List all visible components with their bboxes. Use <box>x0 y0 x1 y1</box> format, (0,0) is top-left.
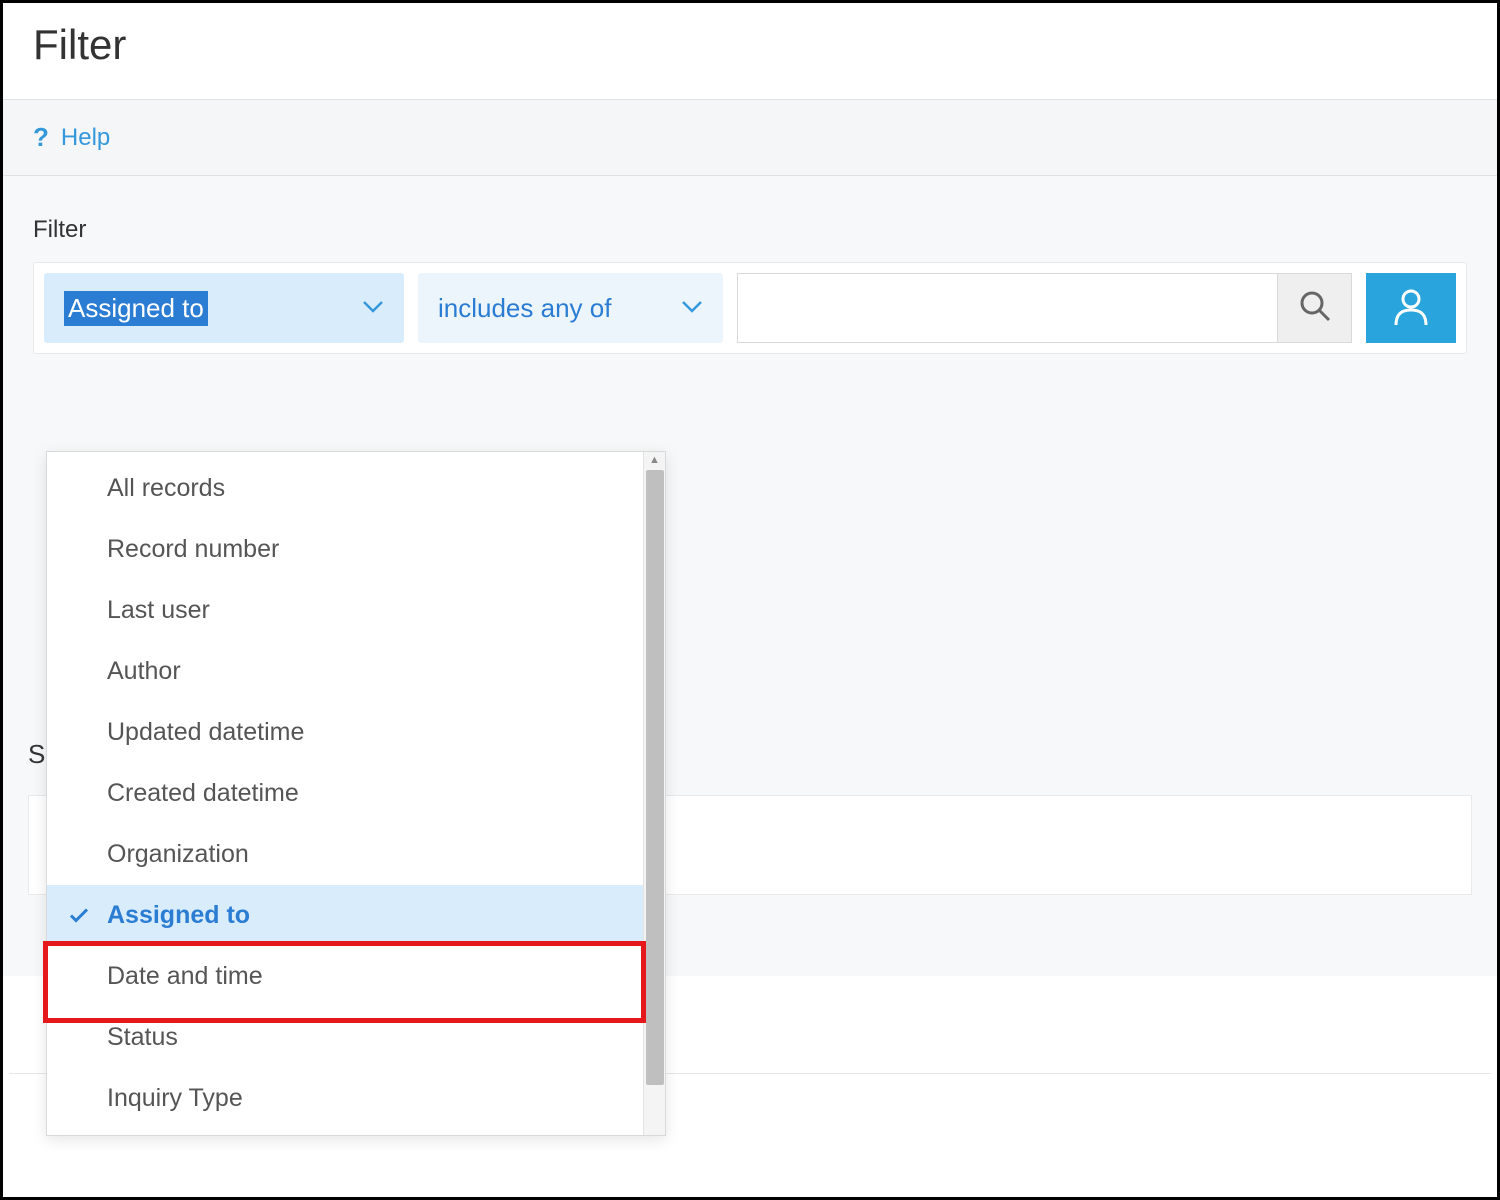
user-icon <box>1390 285 1432 332</box>
scrollbar-up-arrow-icon[interactable]: ▲ <box>649 452 660 468</box>
field-dropdown-panel: All records Record number Last user Author U… <box>46 451 666 1136</box>
field-option-label: All records <box>107 474 225 502</box>
field-option-item[interactable]: Inquiry Type <box>47 1068 643 1129</box>
field-option-label: Status <box>107 1023 178 1051</box>
field-option-item[interactable]: Created datetime <box>47 763 643 824</box>
field-option-label: Last user <box>107 596 210 624</box>
field-option-label: Record number <box>107 535 279 563</box>
field-option-item[interactable]: Date and time <box>47 946 643 1007</box>
field-option-label: Assigned to <box>107 901 250 929</box>
value-input-group <box>737 273 1456 343</box>
field-option-label: Updated datetime <box>107 718 304 746</box>
check-icon <box>69 901 89 930</box>
page-title: Filter <box>33 21 1467 69</box>
scrollbar-thumb[interactable] <box>646 470 664 1085</box>
search-icon <box>1298 289 1332 328</box>
field-option-label: Organization <box>107 840 249 868</box>
user-picker-button[interactable] <box>1366 273 1456 343</box>
field-option-item[interactable]: Assigned to <box>47 885 643 946</box>
chevron-down-icon <box>362 298 384 319</box>
field-option-item[interactable]: Organization <box>47 824 643 885</box>
scrollbar[interactable]: ▲ <box>643 452 665 1135</box>
field-dropdown[interactable]: Assigned to <box>44 273 404 343</box>
help-bar[interactable]: ? Help <box>3 99 1497 176</box>
help-link-label: Help <box>61 124 110 152</box>
page-header: Filter <box>3 3 1497 99</box>
field-option-label: Date and time <box>107 962 263 990</box>
chevron-down-icon <box>681 298 703 319</box>
operator-dropdown-label: includes any of <box>438 293 611 324</box>
field-option-item[interactable]: Author <box>47 641 643 702</box>
field-dropdown-label: Assigned to <box>64 291 208 326</box>
field-option-item[interactable]: Updated datetime <box>47 702 643 763</box>
value-input[interactable] <box>737 273 1277 343</box>
field-option-item[interactable]: Status <box>47 1007 643 1068</box>
field-option-item[interactable]: Record number <box>47 519 643 580</box>
secondary-section-label-fragment: S <box>28 739 45 770</box>
field-option-label: Created datetime <box>107 779 299 807</box>
search-button[interactable] <box>1277 273 1352 343</box>
field-option-item[interactable]: Last user <box>47 580 643 641</box>
help-icon: ? <box>33 122 49 153</box>
field-dropdown-list: All records Record number Last user Author U… <box>47 452 643 1135</box>
field-option-label: Author <box>107 657 181 685</box>
field-option-label: Inquiry Type <box>107 1084 243 1112</box>
operator-dropdown[interactable]: includes any of <box>418 273 723 343</box>
field-option-item[interactable]: All records <box>47 458 643 519</box>
filter-condition-row: Assigned to includes any of <box>33 262 1467 354</box>
filter-section-label: Filter <box>33 216 1467 244</box>
